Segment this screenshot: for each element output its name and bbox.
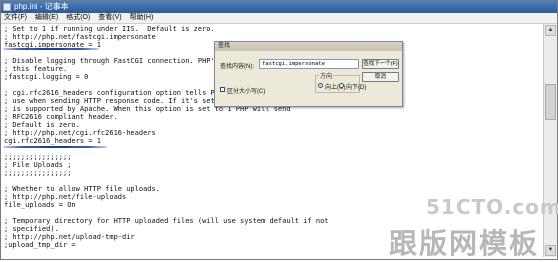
editor-line: ;fastcgi.logging = 0	[4, 73, 89, 81]
watermark-brand: 跟版网模板	[389, 227, 540, 260]
notepad-icon	[3, 3, 11, 11]
highlight-underline	[3, 146, 107, 148]
editor-line: ; http://php.net/file-uploads	[4, 193, 127, 201]
menu-file[interactable]: 文件(F)	[1, 13, 30, 23]
direction-down-label: 向下(D)	[346, 85, 367, 91]
menu-help[interactable]: 帮助(H)	[127, 13, 157, 23]
find-dialog: 查找 查找内容(N): fastcgi.impersonate 查找下一个(F)…	[214, 41, 403, 107]
direction-down-radio[interactable]	[339, 83, 344, 88]
editor-line: ; http://php.net/fastcgi.impersonate	[4, 33, 156, 41]
window-title: php.ini - 记事本	[14, 2, 69, 11]
direction-up-radio[interactable]	[318, 83, 323, 88]
menu-edit[interactable]: 编辑(E)	[32, 13, 61, 23]
title-bar[interactable]: php.ini - 记事本	[1, 1, 557, 13]
editor-line: ; Whether to allow HTTP file uploads.	[4, 185, 160, 193]
editor-line: ; http://php.net/cgi.rfc2616-headers	[4, 129, 156, 137]
find-dialog-title: 查找	[218, 43, 231, 49]
scroll-down-icon[interactable]: ▼	[545, 245, 556, 256]
match-case-label: 区分大小写(C)	[227, 89, 266, 95]
highlight-underline	[3, 48, 99, 50]
editor-line: ; Temporary directory for HTTP uploaded …	[4, 217, 329, 225]
editor-line: ; http://php.net/upload-tmp-dir	[4, 233, 135, 241]
vertical-scrollbar[interactable]: ▲ ▼	[543, 24, 557, 257]
editor-line: ;;;;;;;;;;;;;;;;	[4, 169, 72, 177]
cancel-button[interactable]: 取消	[362, 72, 399, 82]
editor-line: ; Set to 1 if running under IIS. Default…	[4, 25, 215, 33]
editor-line: ;upload_tmp_dir =	[4, 241, 76, 249]
editor-line: file_uploads = On	[4, 201, 76, 209]
scroll-up-icon[interactable]: ▲	[545, 25, 556, 36]
editor-line: ; cgi.rfc2616_headers configuration opti…	[4, 89, 224, 97]
find-what-label: 查找内容(N):	[220, 64, 254, 70]
notepad-window: php.ini - 记事本 文件(F) 编辑(E) 格式(O) 查看(V) 帮助…	[0, 0, 558, 260]
scroll-thumb[interactable]	[545, 84, 556, 120]
editor-line: ; this feature.	[4, 65, 68, 73]
editor-line: ; specified).	[4, 225, 59, 233]
menu-view[interactable]: 查看(V)	[95, 13, 124, 23]
editor-line: ; RFC2616 compliant header.	[4, 113, 118, 121]
editor-line: ; Disable logging through FastCGI connec…	[4, 57, 228, 65]
editor-line: ; Default is zero.	[4, 121, 80, 129]
editor-line: ; File Uploads ;	[4, 161, 72, 169]
find-what-input[interactable]: fastcgi.impersonate	[259, 59, 359, 69]
editor-line: ; use when sending HTTP response code. I…	[4, 97, 232, 105]
menu-bar: 文件(F) 编辑(E) 格式(O) 查看(V) 帮助(H)	[1, 13, 557, 24]
find-next-button[interactable]: 查找下一个(F)	[362, 59, 399, 69]
direction-label: 方向	[319, 71, 334, 80]
match-case-checkbox[interactable]	[220, 87, 225, 92]
editor-line: cgi.rfc2616_headers = 1	[4, 137, 101, 145]
watermark-domain: 51CTO.com	[426, 195, 558, 219]
menu-format[interactable]: 格式(O)	[63, 13, 93, 23]
editor-line: ;;;;;;;;;;;;;;;;	[4, 153, 72, 161]
find-dialog-titlebar[interactable]: 查找	[215, 42, 402, 51]
